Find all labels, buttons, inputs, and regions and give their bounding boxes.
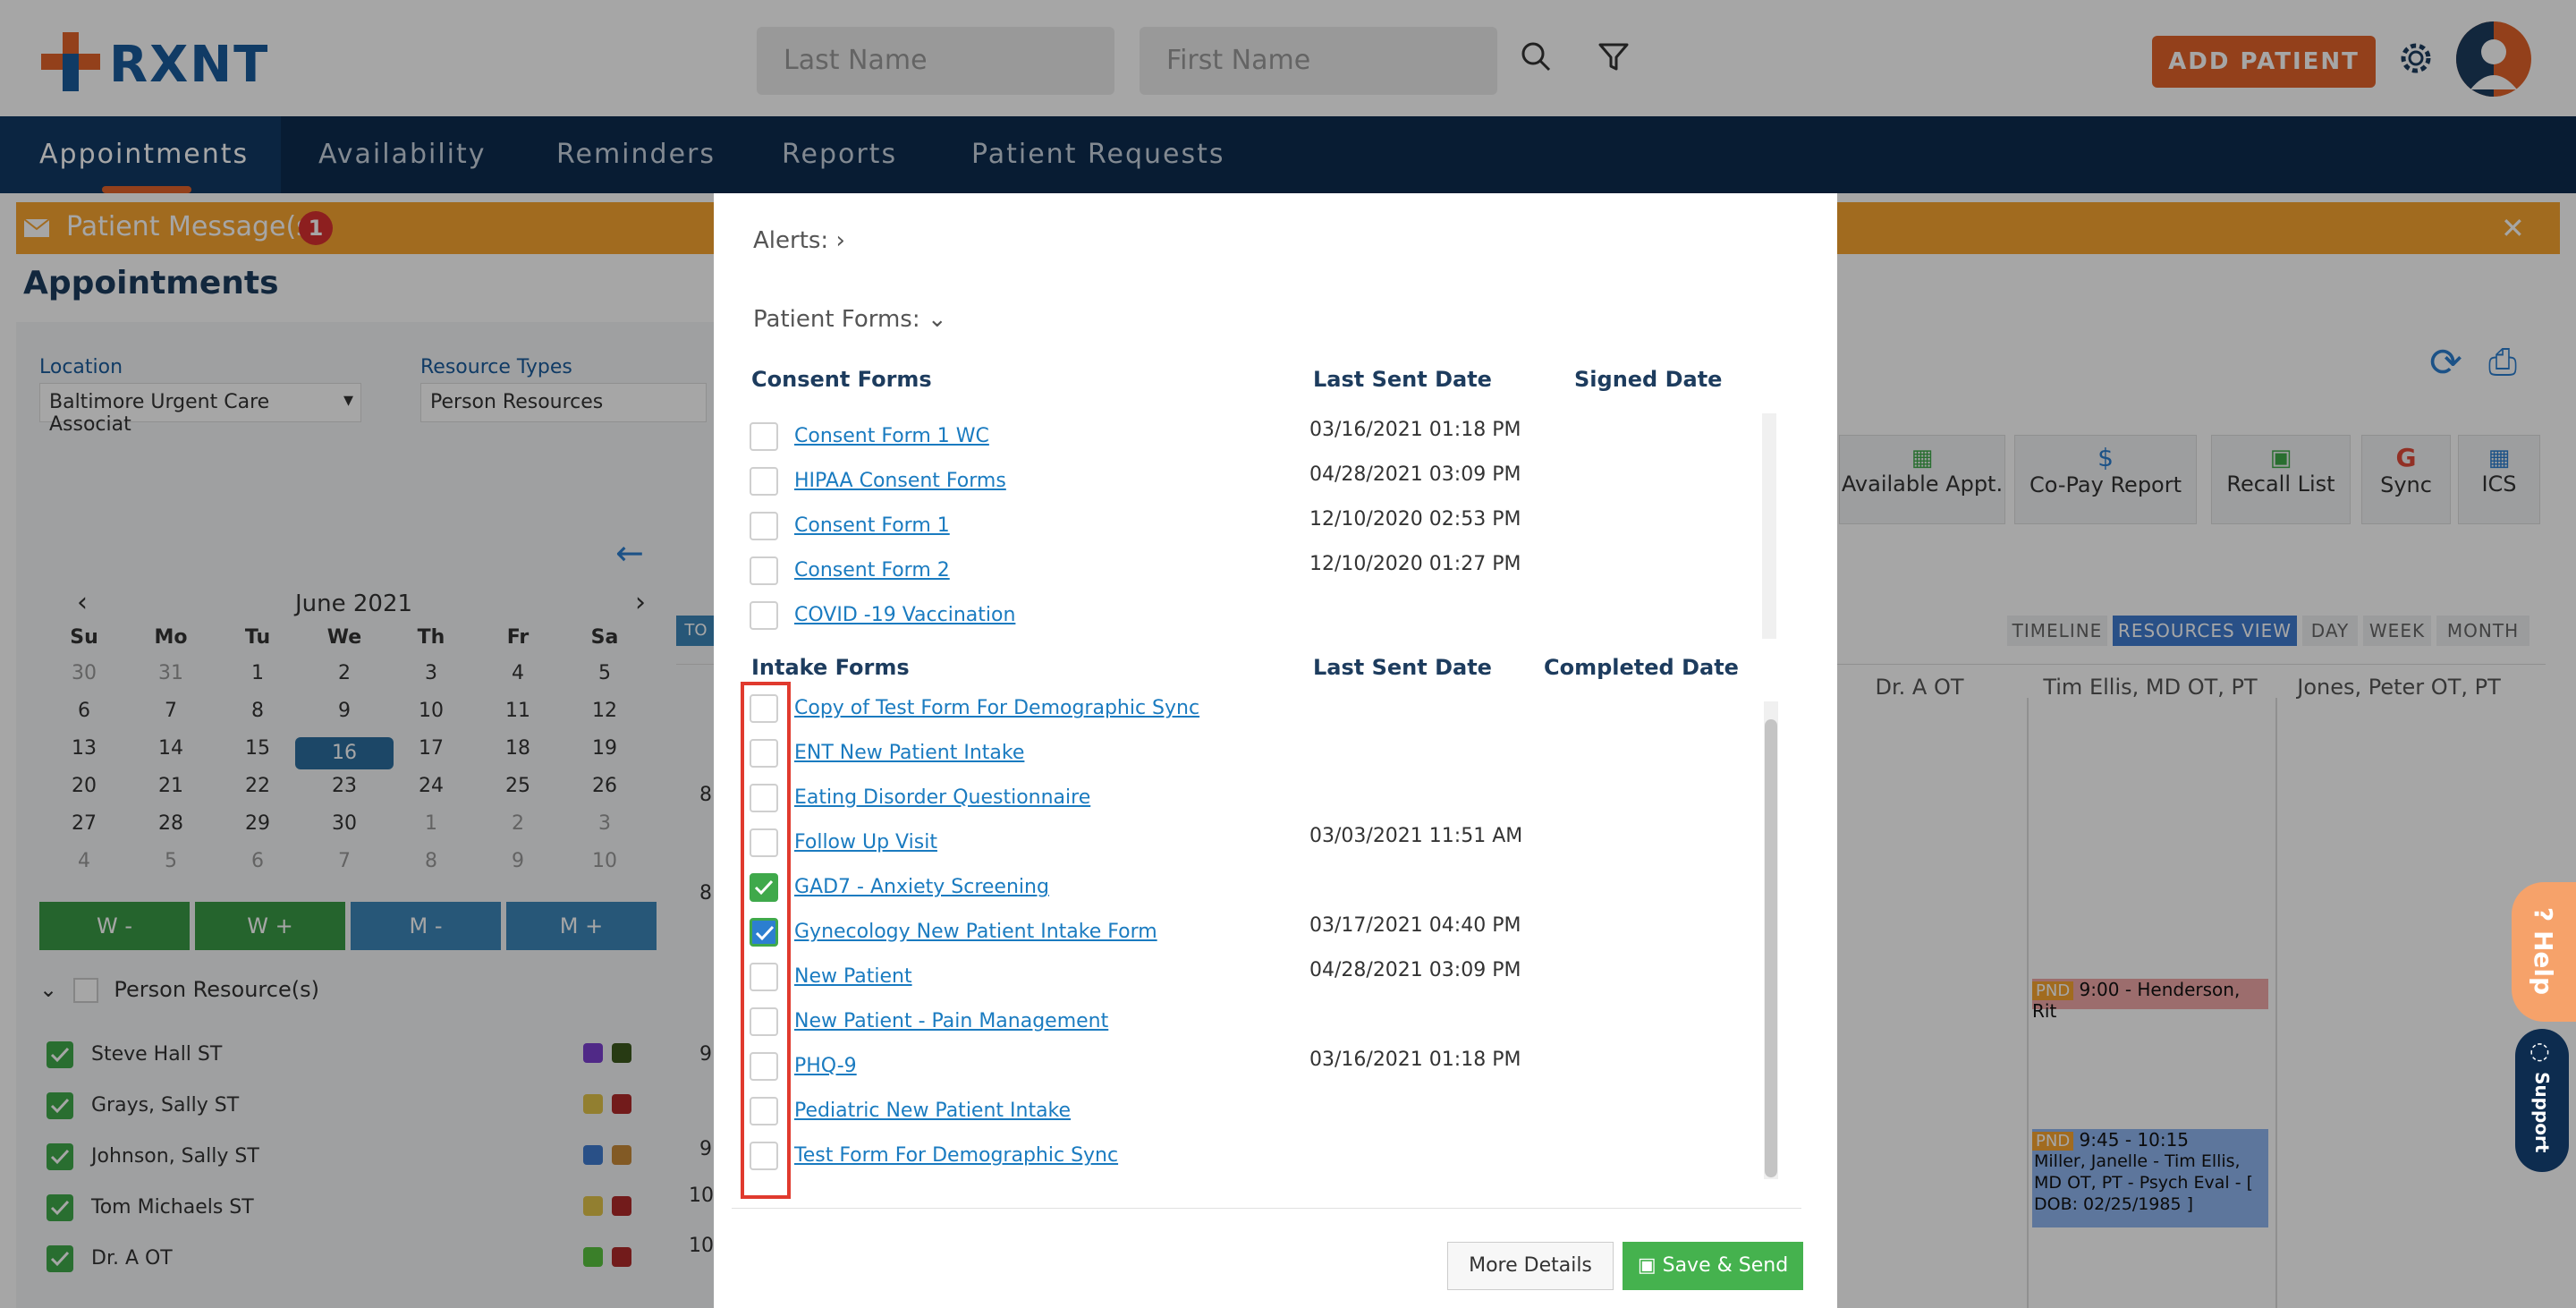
help-label: ? Help: [2529, 907, 2558, 996]
consent-form-link[interactable]: HIPAA Consent Forms: [794, 470, 1006, 492]
save-send-button[interactable]: ▣ Save & Send: [1623, 1242, 1803, 1290]
intake-form-link[interactable]: Copy of Test Form For Demographic Sync: [794, 697, 1199, 719]
alerts-label: Alerts:: [753, 227, 829, 254]
intake-form-link[interactable]: Pediatric New Patient Intake: [794, 1100, 1071, 1122]
consent-forms-title: Consent Forms: [751, 367, 932, 392]
intake-form-link[interactable]: GAD7 - Anxiety Screening: [794, 876, 1049, 898]
floppy-icon: ▣: [1637, 1254, 1663, 1277]
intake-forms-title: Intake Forms: [751, 655, 910, 680]
chevron-down-icon: ⌄: [927, 306, 947, 333]
consent-form-link[interactable]: COVID -19 Vaccination: [794, 604, 1015, 626]
completed-date-header: Completed Date: [1544, 655, 1739, 680]
consent-scrollbar[interactable]: [1762, 413, 1776, 639]
form-checkbox[interactable]: [750, 467, 778, 496]
last-sent-date: 04/28/2021 03:09 PM: [1309, 959, 1521, 981]
intake-form-link[interactable]: Test Form For Demographic Sync: [794, 1144, 1118, 1167]
last-sent-date: 03/16/2021 01:18 PM: [1309, 1049, 1521, 1071]
help-tab[interactable]: ? Help: [2512, 882, 2576, 1022]
intake-last-sent-header: Last Sent Date: [1313, 655, 1492, 680]
save-send-label: Save & Send: [1662, 1254, 1789, 1277]
alerts-toggle[interactable]: Alerts: ›: [753, 227, 845, 254]
consent-form-link[interactable]: Consent Form 1: [794, 514, 950, 537]
last-sent-date: 04/28/2021 03:09 PM: [1309, 463, 1521, 486]
intake-form-link[interactable]: Follow Up Visit: [794, 831, 937, 854]
last-sent-date: 12/10/2020 01:27 PM: [1309, 553, 1521, 575]
consent-last-sent-header: Last Sent Date: [1313, 367, 1492, 392]
last-sent-date: 12/10/2020 02:53 PM: [1309, 508, 1521, 531]
form-checkbox[interactable]: [750, 556, 778, 585]
signed-date-header: Signed Date: [1574, 367, 1723, 392]
last-sent-date: 03/16/2021 01:18 PM: [1309, 419, 1521, 441]
form-checkbox[interactable]: [750, 512, 778, 540]
intake-scrollbar-thumb[interactable]: [1765, 719, 1777, 1177]
support-label: Support: [2531, 1072, 2553, 1153]
last-sent-date: 03/17/2021 04:40 PM: [1309, 914, 1521, 937]
intake-form-link[interactable]: Gynecology New Patient Intake Form: [794, 921, 1157, 943]
intake-form-link[interactable]: PHQ-9: [794, 1055, 857, 1077]
footer-divider: [732, 1208, 1801, 1209]
intake-form-link[interactable]: ENT New Patient Intake: [794, 742, 1024, 764]
more-details-button[interactable]: More Details: [1447, 1242, 1614, 1290]
intake-form-link[interactable]: New Patient: [794, 965, 912, 988]
patient-forms-label: Patient Forms:: [753, 306, 920, 333]
last-sent-date: 03/03/2021 11:51 AM: [1309, 825, 1523, 847]
intake-form-link[interactable]: Eating Disorder Questionnaire: [794, 786, 1090, 809]
highlight-box: [741, 682, 791, 1199]
chat-icon: ◌: [2529, 1038, 2550, 1065]
consent-form-link[interactable]: Consent Form 2: [794, 559, 950, 582]
consent-form-link[interactable]: Consent Form 1 WC: [794, 425, 989, 447]
chevron-right-icon: ›: [835, 227, 845, 254]
support-tab[interactable]: ◌ Support: [2515, 1029, 2569, 1172]
form-checkbox[interactable]: [750, 422, 778, 451]
form-checkbox[interactable]: [750, 601, 778, 630]
intake-form-link[interactable]: New Patient - Pain Management: [794, 1010, 1108, 1032]
patient-forms-toggle[interactable]: Patient Forms: ⌄: [753, 306, 947, 333]
